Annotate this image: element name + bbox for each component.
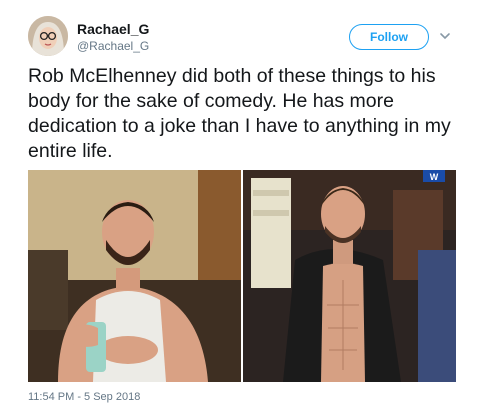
tweet-text: Rob McElhenney did both of these things … bbox=[28, 65, 451, 162]
user-info: Rachael_G @Rachael_G bbox=[77, 20, 149, 54]
media-photo-left[interactable] bbox=[28, 170, 241, 382]
tweet-media[interactable]: W bbox=[28, 170, 456, 382]
tweet-timestamp[interactable]: 11:54 PM - 5 Sep 2018 bbox=[28, 390, 140, 404]
media-photo-right[interactable]: W bbox=[243, 170, 456, 382]
avatar[interactable] bbox=[28, 16, 68, 56]
follow-button[interactable]: Follow bbox=[349, 24, 429, 50]
media-badge: W bbox=[430, 172, 439, 182]
tweet-card: Rachael_G @Rachael_G Follow Rob McElhenn… bbox=[0, 0, 480, 411]
avatar-image bbox=[28, 16, 68, 56]
user-handle[interactable]: @Rachael_G bbox=[77, 39, 149, 54]
chevron-down-icon[interactable] bbox=[438, 29, 452, 43]
display-name[interactable]: Rachael_G bbox=[77, 20, 149, 38]
